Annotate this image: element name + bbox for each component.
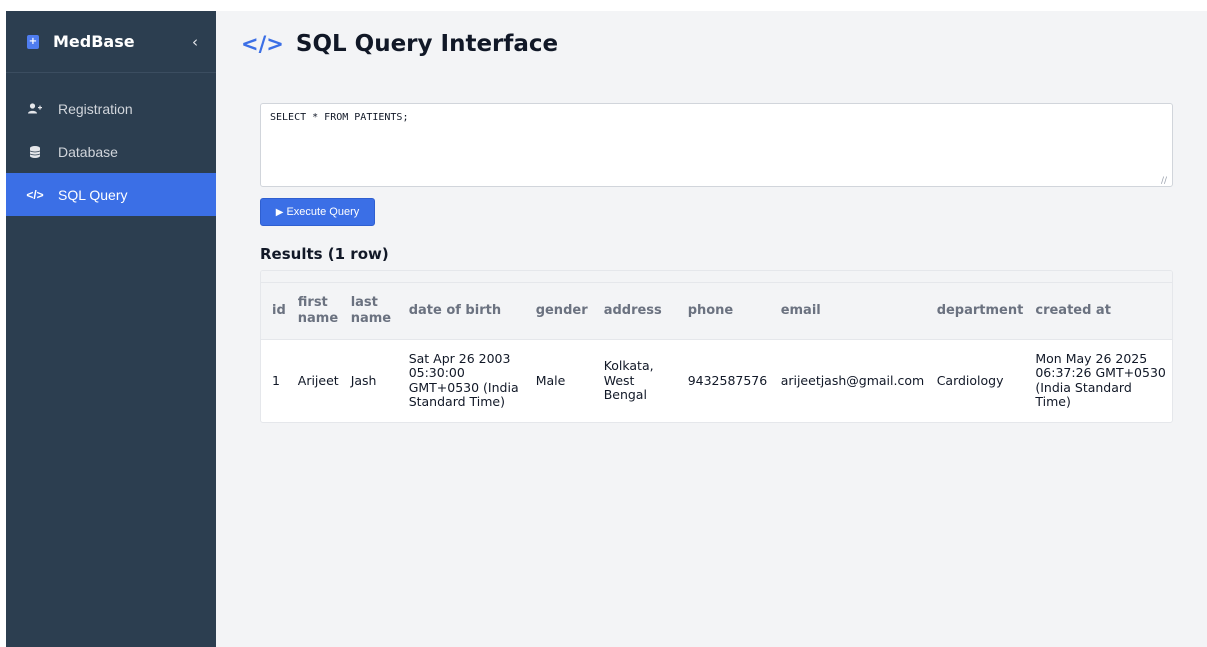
page-title: </> SQL Query Interface — [241, 31, 558, 57]
cell-first-name: Arijeet — [297, 372, 339, 388]
column-header: first name — [297, 295, 339, 326]
table-row: 1 Arijeet Jash Sat Apr 26 2003 05:30:00 … — [261, 339, 1172, 422]
cell-last-name: Jash — [350, 372, 377, 388]
results-heading: Results (1 row) — [260, 245, 389, 263]
cell-department: Cardiology — [936, 372, 1004, 388]
cell-id: 1 — [272, 372, 280, 388]
sidebar: + MedBase ‹ Registration Database </> SQ… — [6, 11, 216, 647]
cell-email: arijeetjash@gmail.com — [780, 372, 925, 388]
execute-query-label: Execute Query — [286, 206, 360, 218]
cell-date-of-birth: Sat Apr 26 2003 05:30:00 GMT+0530 (India… — [408, 351, 519, 410]
user-plus-icon — [26, 103, 44, 114]
results-table-container: id first name last name date of birth ge… — [260, 270, 1173, 423]
sidebar-item-label: Database — [58, 143, 118, 160]
chevron-left-icon[interactable]: ‹ — [192, 33, 198, 51]
column-header: email — [780, 302, 821, 318]
page-title-text: SQL Query Interface — [295, 31, 559, 57]
column-header: gender — [535, 302, 588, 318]
horizontal-scrollbar[interactable] — [261, 271, 1172, 283]
medical-logo-icon: + — [27, 34, 39, 49]
cell-address: Kolkata, West Bengal — [603, 358, 654, 402]
code-icon: </> — [26, 187, 44, 202]
execute-query-button[interactable]: ▶ Execute Query — [260, 198, 375, 226]
cell-phone: 9432587576 — [687, 372, 768, 388]
sql-query-input[interactable]: SELECT * FROM PATIENTS; — [260, 103, 1173, 187]
column-header: created at — [1035, 302, 1111, 318]
cell-created-at: Mon May 26 2025 06:37:26 GMT+0530 (India… — [1035, 351, 1166, 410]
database-icon — [26, 145, 44, 158]
play-icon: ▶ — [275, 206, 284, 218]
sidebar-item-sql-query[interactable]: </> SQL Query — [6, 173, 216, 216]
sidebar-item-registration[interactable]: Registration — [6, 87, 216, 130]
sidebar-nav: Registration Database </> SQL Query — [6, 87, 216, 216]
brand-name: MedBase — [53, 32, 135, 51]
sidebar-item-label: SQL Query — [58, 186, 128, 203]
code-icon: </> — [241, 32, 284, 56]
column-header: date of birth — [408, 302, 502, 318]
column-header: phone — [687, 302, 734, 318]
column-header: address — [603, 302, 662, 318]
column-header: id — [272, 302, 286, 318]
column-header: last name — [350, 295, 392, 326]
results-table: id first name last name date of birth ge… — [261, 283, 1172, 422]
sidebar-item-label: Registration — [58, 100, 133, 117]
sidebar-item-database[interactable]: Database — [6, 130, 216, 173]
table-header-row: id first name last name date of birth ge… — [261, 283, 1172, 339]
cell-gender: Male — [535, 372, 566, 388]
app-frame: + MedBase ‹ Registration Database </> SQ… — [6, 11, 1207, 647]
sidebar-header: + MedBase ‹ — [6, 11, 216, 73]
main-content: </> SQL Query Interface SELECT * FROM PA… — [216, 11, 1207, 647]
column-header: department — [936, 302, 1024, 318]
resize-handle-icon[interactable]: ∕∕ — [1161, 176, 1167, 186]
